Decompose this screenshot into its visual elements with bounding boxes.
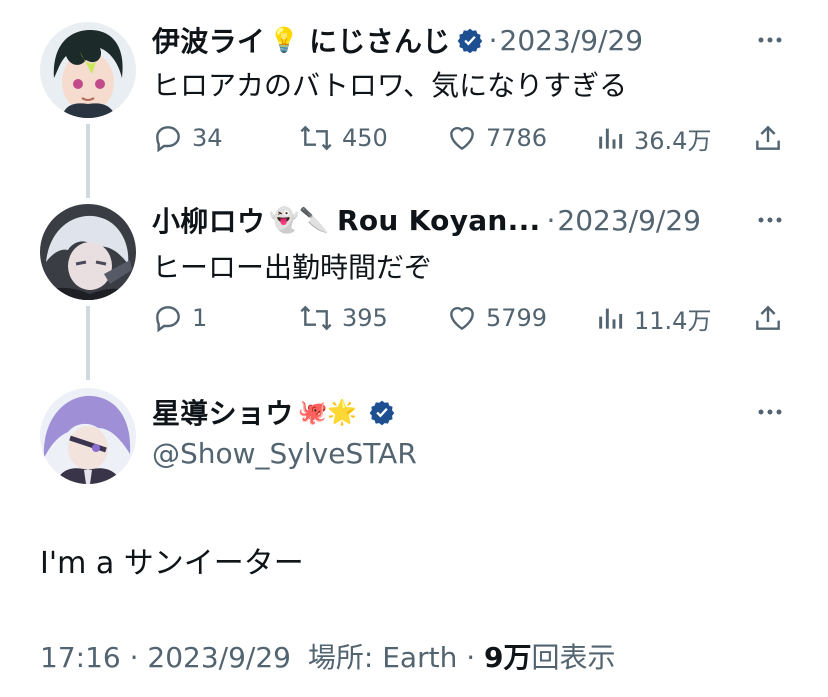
verified-badge-icon [457, 27, 483, 53]
tweet-2-header: 小柳ロウ 👻🔪 Rou Koyan... · 2023/9/29 [152, 200, 701, 240]
more-options-button[interactable] [754, 396, 786, 428]
tweet-text: ヒロアカのバトロワ、気になりすぎる [152, 69, 628, 102]
reply-icon [156, 306, 180, 333]
ghost-knife-emoji: 👻🔪 [269, 206, 329, 234]
dot-separator: · [466, 641, 485, 674]
author-name[interactable]: 小柳ロウ [152, 200, 265, 240]
author-name[interactable]: 星導ショウ [152, 392, 294, 432]
dot-separator: · [129, 641, 148, 674]
share-icon [756, 125, 780, 150]
tweet-2-actions: 1 395 5799 11.4万 [152, 298, 788, 338]
views-button[interactable]: 36.4万 [594, 118, 711, 158]
heart-icon [450, 126, 474, 151]
main-tweet-text: I'm a サンイーター [40, 546, 304, 581]
octopus-star-emoji: 🐙🌟 [297, 398, 358, 426]
more-dots-icon [758, 217, 782, 223]
views-chart-icon [599, 128, 623, 149]
retweet-count: 395 [342, 304, 388, 332]
views-button[interactable]: 11.4万 [594, 298, 711, 338]
like-count: 7786 [486, 124, 548, 152]
dot-separator: · [488, 23, 498, 57]
reply-icon [156, 126, 180, 153]
views-count: 9万 [484, 641, 532, 674]
tweet-date[interactable]: 2023/9/29 [557, 204, 701, 237]
share-icon [756, 305, 780, 330]
lightbulb-emoji: 💡 [269, 26, 300, 54]
more-options-button[interactable] [754, 204, 786, 236]
reply-button[interactable]: 1 [152, 298, 207, 338]
tweet-footer-meta: 17:16 · 2023/9/29 場所: Earth · 9万回表示 [40, 636, 616, 676]
verified-badge-icon [369, 399, 395, 425]
dot-separator: · [546, 203, 556, 237]
tweet-text: ヒーロー出勤時間だぞ [152, 251, 433, 284]
like-button[interactable]: 5799 [446, 298, 547, 338]
share-button[interactable] [752, 298, 792, 338]
reply-count: 1 [192, 304, 208, 332]
avatar-main-tweet[interactable] [40, 388, 136, 484]
tweet-time[interactable]: 17:16 [40, 641, 121, 674]
tweet-location: 場所: Earth [307, 641, 458, 674]
like-button[interactable]: 7786 [446, 118, 547, 158]
author-name[interactable]: 伊波ライ [152, 20, 265, 60]
avatar-tweet-1[interactable] [40, 22, 136, 118]
views-chart-icon [599, 308, 623, 329]
tweet-date[interactable]: 2023/9/29 [147, 641, 291, 674]
retweet-icon [300, 125, 332, 151]
author-name-suffix[interactable]: にじさんじ [309, 20, 451, 60]
retweet-button[interactable]: 450 [298, 118, 388, 158]
author-handle[interactable]: @Show_SylveSTAR [152, 437, 417, 470]
more-options-button[interactable] [754, 24, 786, 56]
reply-count: 34 [192, 124, 223, 152]
tweet-1-header: 伊波ライ 💡 にじさんじ · 2023/9/29 [152, 20, 643, 60]
views-label: 回表示 [531, 641, 616, 674]
share-button[interactable] [752, 118, 792, 158]
retweet-count: 450 [342, 124, 388, 152]
retweet-button[interactable]: 395 [298, 298, 388, 338]
main-tweet-header: 星導ショウ 🐙🌟 [152, 392, 395, 432]
tweet-date[interactable]: 2023/9/29 [500, 24, 644, 57]
tweet-1-actions: 34 450 7786 36.4万 [152, 118, 788, 158]
more-dots-icon [758, 409, 782, 415]
thread-connector [86, 306, 90, 380]
more-dots-icon [758, 37, 782, 43]
like-count: 5799 [486, 304, 548, 332]
views-count: 36.4万 [634, 126, 712, 155]
views-count: 11.4万 [634, 306, 712, 335]
author-name-suffix[interactable]: Rou Koyan... [337, 204, 541, 237]
reply-button[interactable]: 34 [152, 118, 223, 158]
heart-icon [450, 306, 474, 331]
thread-connector [86, 124, 90, 198]
retweet-icon [300, 305, 332, 331]
avatar-tweet-2[interactable] [40, 204, 136, 300]
